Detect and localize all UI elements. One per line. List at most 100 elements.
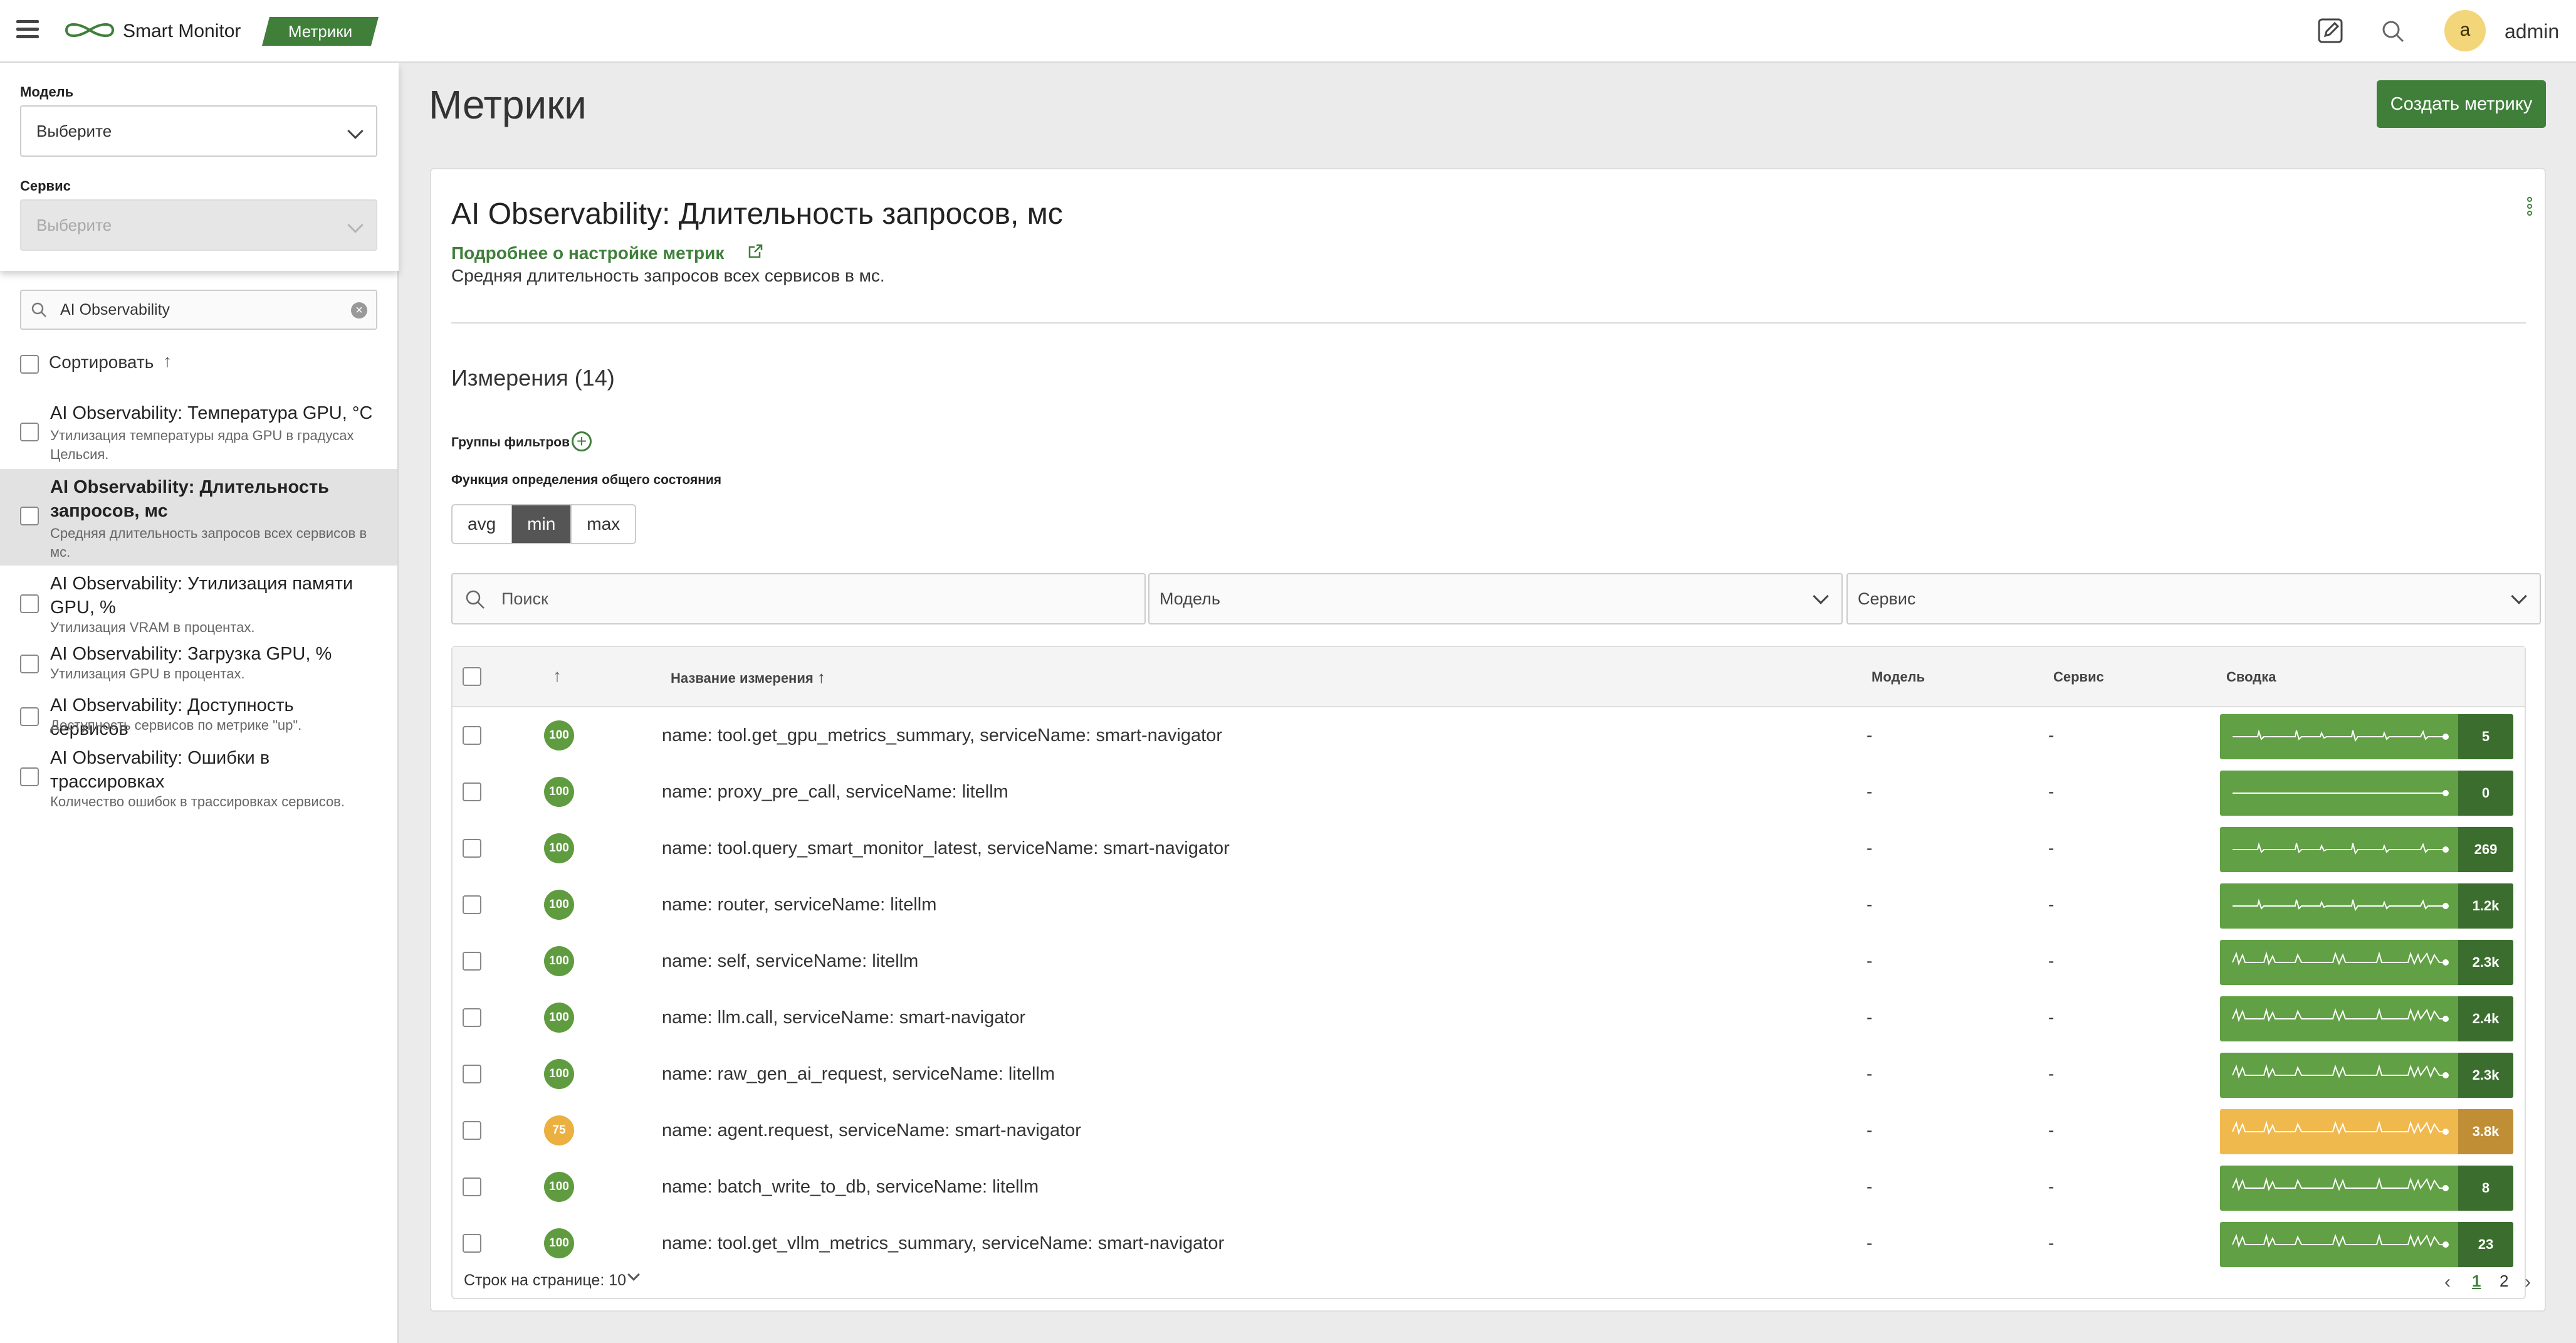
metric-item-checkbox[interactable] <box>20 594 39 613</box>
summary-value: 2.3k <box>2458 1053 2513 1098</box>
metric-item-checkbox[interactable] <box>20 423 39 441</box>
edit-icon[interactable] <box>2317 17 2344 45</box>
dimension-name[interactable]: name: tool.get_gpu_metrics_summary, serv… <box>662 707 1222 764</box>
metric-list-item-active[interactable]: AI Observability: Длительность запросов,… <box>0 469 397 566</box>
more-options-icon[interactable] <box>2527 197 2533 219</box>
dimension-search-input[interactable]: Поиск <box>451 573 1146 624</box>
row-checkbox[interactable] <box>463 1234 481 1253</box>
state-function-max[interactable]: max <box>572 505 635 543</box>
summary-sparkline[interactable]: 8 <box>2220 1166 2513 1211</box>
dimension-name[interactable]: name: raw_gen_ai_request, serviceName: l… <box>662 1046 1055 1102</box>
dimension-name[interactable]: name: tool.get_vllm_metrics_summary, ser… <box>662 1215 1224 1272</box>
row-checkbox[interactable] <box>463 1121 481 1140</box>
rows-per-page[interactable]: Строк на странице: 10 <box>464 1272 626 1290</box>
service-filter-select[interactable]: Сервис <box>1846 573 2541 624</box>
table-row[interactable]: 100 name: proxy_pre_call, serviceName: li… <box>453 764 2525 820</box>
table-row[interactable]: 100 name: tool.get_gpu_metrics_summary, s… <box>453 707 2525 764</box>
sidebar-search-input[interactable]: AI Observability × <box>20 290 377 330</box>
row-checkbox[interactable] <box>463 1065 481 1083</box>
sparkline-graph <box>2233 790 2449 796</box>
summary-sparkline[interactable]: 269 <box>2220 827 2513 872</box>
row-checkbox[interactable] <box>463 895 481 914</box>
row-checkbox[interactable] <box>463 782 481 801</box>
dimension-name[interactable]: name: router, serviceName: litellm <box>662 877 936 933</box>
summary-sparkline[interactable]: 23 <box>2220 1222 2513 1267</box>
row-checkbox[interactable] <box>463 952 481 971</box>
service-select[interactable]: Выберите <box>20 199 377 251</box>
prev-page-icon[interactable]: ‹ <box>2444 1272 2451 1293</box>
table-row[interactable]: 100 name: router, serviceName: litellm - - 1… <box>453 877 2525 933</box>
metric-list-item[interactable]: AI Observability: Загрузка GPU, % Утилиз… <box>0 638 397 688</box>
table-row[interactable]: 100 name: tool.get_vllm_metrics_summary, … <box>453 1215 2525 1272</box>
column-summary[interactable]: Сводка <box>2226 647 2276 707</box>
service-filter-placeholder: Сервис <box>1858 589 1916 608</box>
summary-sparkline[interactable]: 1.2k <box>2220 883 2513 929</box>
dimension-name[interactable]: name: agent.request, serviceName: smart-… <box>662 1102 1081 1159</box>
model-filter-label: Модель <box>20 84 74 100</box>
table-row[interactable]: 100 name: tool.query_smart_monitor_latest… <box>453 820 2525 877</box>
dimension-service: - <box>2048 1064 2055 1083</box>
service-filter-label: Сервис <box>20 178 71 194</box>
dimension-name[interactable]: name: self, serviceName: litellm <box>662 933 918 989</box>
row-checkbox[interactable] <box>463 839 481 858</box>
dimension-name[interactable]: name: proxy_pre_call, serviceName: litel… <box>662 764 1008 820</box>
next-page-icon[interactable]: › <box>2525 1272 2531 1293</box>
metric-item-checkbox[interactable] <box>20 767 39 786</box>
settings-link[interactable]: Подробнее о настройке метрик <box>451 243 724 263</box>
metric-list-item[interactable]: AI Observability: Утилизация памяти GPU,… <box>0 568 397 637</box>
table-row[interactable]: 100 name: self, serviceName: litellm - - 2.3… <box>453 933 2525 989</box>
summary-value: 3.8k <box>2458 1109 2513 1154</box>
user-name[interactable]: admin <box>2505 19 2559 44</box>
section-badge[interactable]: Метрики <box>262 17 379 46</box>
row-checkbox[interactable] <box>463 726 481 745</box>
summary-sparkline[interactable]: 5 <box>2220 714 2513 759</box>
column-name[interactable]: Название измерения ↑ <box>671 647 825 708</box>
create-metric-button[interactable]: Создать метрику <box>2377 80 2546 128</box>
page-1[interactable]: 1 <box>2472 1272 2481 1291</box>
summary-sparkline[interactable]: 2.3k <box>2220 1053 2513 1098</box>
table-row[interactable]: 75 name: agent.request, serviceName: smar… <box>453 1102 2525 1159</box>
sparkline-chart <box>2220 996 2458 1041</box>
dimension-name[interactable]: name: llm.call, serviceName: smart-navig… <box>662 989 1025 1046</box>
row-checkbox[interactable] <box>463 1177 481 1196</box>
table-row[interactable]: 100 name: batch_write_to_db, serviceName:… <box>453 1159 2525 1215</box>
page-2[interactable]: 2 <box>2500 1272 2508 1291</box>
table-row[interactable]: 100 name: llm.call, serviceName: smart-na… <box>453 989 2525 1046</box>
metric-list-item[interactable]: AI Observability: Ошибки в трассировках … <box>0 742 397 811</box>
dimension-model: - <box>1867 838 1873 858</box>
summary-value: 1.2k <box>2458 883 2513 929</box>
sort-label[interactable]: Сортировать <box>49 352 154 372</box>
chevron-down-icon <box>347 123 364 139</box>
menu-icon[interactable] <box>16 20 39 40</box>
add-filter-group-icon[interactable]: + <box>572 431 592 451</box>
row-checkbox[interactable] <box>463 1008 481 1027</box>
metric-description: Средняя длительность запросов всех серви… <box>451 266 885 285</box>
sort-arrow-icon[interactable]: ↑ <box>163 351 172 371</box>
state-function-min[interactable]: min <box>512 505 572 543</box>
metric-list-item[interactable]: AI Observability: Доступность сервисов Д… <box>0 690 397 741</box>
dimension-name[interactable]: name: tool.query_smart_monitor_latest, s… <box>662 820 1230 877</box>
select-all-checkbox[interactable] <box>463 667 481 686</box>
metric-list-item[interactable]: AI Observability: Температура GPU, °C Ут… <box>0 395 397 465</box>
summary-sparkline[interactable]: 2.3k <box>2220 940 2513 985</box>
external-link-icon[interactable] <box>747 243 763 260</box>
avatar[interactable]: a <box>2444 10 2486 51</box>
state-function-avg[interactable]: avg <box>453 505 513 543</box>
summary-sparkline[interactable]: 2.4k <box>2220 996 2513 1041</box>
metric-item-checkbox[interactable] <box>20 655 39 673</box>
sort-checkbox[interactable] <box>20 355 39 374</box>
sort-status-arrow-icon[interactable]: ↑ <box>553 666 562 686</box>
summary-sparkline[interactable]: 0 <box>2220 771 2513 816</box>
summary-sparkline[interactable]: 3.8k <box>2220 1109 2513 1154</box>
search-icon[interactable] <box>2379 18 2407 45</box>
model-select[interactable]: Выберите <box>20 105 377 157</box>
column-service[interactable]: Сервис <box>2053 647 2104 707</box>
column-model[interactable]: Модель <box>1872 647 1925 707</box>
clear-icon[interactable]: × <box>351 302 367 319</box>
app-name[interactable]: Smart Monitor <box>123 19 241 44</box>
metric-item-checkbox[interactable] <box>20 707 39 726</box>
model-filter-select[interactable]: Модель <box>1148 573 1843 624</box>
metric-item-checkbox[interactable] <box>20 507 39 525</box>
dimension-name[interactable]: name: batch_write_to_db, serviceName: li… <box>662 1159 1039 1215</box>
table-row[interactable]: 100 name: raw_gen_ai_request, serviceName… <box>453 1046 2525 1102</box>
